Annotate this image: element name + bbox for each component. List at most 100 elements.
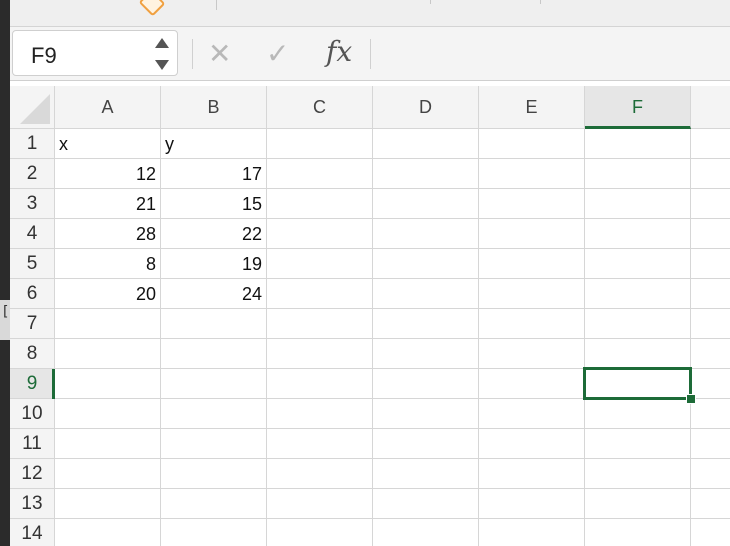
cell-partial[interactable] [691,219,730,249]
cell-d8[interactable] [373,339,479,369]
cell-e3[interactable] [479,189,585,219]
cell-d1[interactable] [373,129,479,159]
cell-e14[interactable] [479,519,585,546]
cell-c10[interactable] [267,399,373,429]
cell-a8[interactable] [55,339,161,369]
cell-partial[interactable] [691,369,730,399]
cell-d9[interactable] [373,369,479,399]
cell-c5[interactable] [267,249,373,279]
cell-f14[interactable] [585,519,691,546]
cell-a1[interactable]: x [55,129,161,159]
cell-partial[interactable] [691,309,730,339]
cell-partial[interactable] [691,429,730,459]
cell-c2[interactable] [267,159,373,189]
row-header-13[interactable]: 13 [10,489,55,519]
cell-b2[interactable]: 17 [161,159,267,189]
cell-e7[interactable] [479,309,585,339]
cell-e11[interactable] [479,429,585,459]
cell-c7[interactable] [267,309,373,339]
row-header-12[interactable]: 12 [10,459,55,489]
row-header-1[interactable]: 1 [10,129,55,159]
cell-a7[interactable] [55,309,161,339]
cell-c13[interactable] [267,489,373,519]
fill-handle[interactable] [686,394,696,404]
cell-f10[interactable] [585,399,691,429]
cell-f7[interactable] [585,309,691,339]
name-box-stepper[interactable] [155,38,169,70]
cell-c6[interactable] [267,279,373,309]
cell-a13[interactable] [55,489,161,519]
cell-d11[interactable] [373,429,479,459]
row-header-9[interactable]: 9 [10,369,55,399]
cell-c12[interactable] [267,459,373,489]
close-icon[interactable]: ✕ [208,37,231,70]
cell-a9[interactable] [55,369,161,399]
cell-a5[interactable]: 8 [55,249,161,279]
column-header-e[interactable]: E [479,86,585,129]
cell-f12[interactable] [585,459,691,489]
cell-e5[interactable] [479,249,585,279]
cell-partial[interactable] [691,489,730,519]
cell-e8[interactable] [479,339,585,369]
cell-b9[interactable] [161,369,267,399]
cell-a3[interactable]: 21 [55,189,161,219]
row-header-14[interactable]: 14 [10,519,55,546]
row-header-4[interactable]: 4 [10,219,55,249]
cell-partial[interactable] [691,279,730,309]
cell-b13[interactable] [161,489,267,519]
cell-b6[interactable]: 24 [161,279,267,309]
row-header-6[interactable]: 6 [10,279,55,309]
chevron-down-icon[interactable] [155,60,169,70]
column-header-partial[interactable] [691,86,730,129]
cell-partial[interactable] [691,399,730,429]
cell-c3[interactable] [267,189,373,219]
cell-e12[interactable] [479,459,585,489]
cell-f11[interactable] [585,429,691,459]
cell-d5[interactable] [373,249,479,279]
cell-d14[interactable] [373,519,479,546]
cell-b3[interactable]: 15 [161,189,267,219]
cell-b5[interactable]: 19 [161,249,267,279]
cell-f2[interactable] [585,159,691,189]
cell-b4[interactable]: 22 [161,219,267,249]
cell-e10[interactable] [479,399,585,429]
insert-function-icon[interactable]: fx [326,35,352,68]
select-all-button[interactable] [10,86,55,129]
cell-f3[interactable] [585,189,691,219]
cell-d12[interactable] [373,459,479,489]
cell-f6[interactable] [585,279,691,309]
cell-b8[interactable] [161,339,267,369]
cell-partial[interactable] [691,189,730,219]
row-header-10[interactable]: 10 [10,399,55,429]
cell-partial[interactable] [691,159,730,189]
row-header-11[interactable]: 11 [10,429,55,459]
cell-d3[interactable] [373,189,479,219]
cell-partial[interactable] [691,459,730,489]
cell-partial[interactable] [691,129,730,159]
cell-a11[interactable] [55,429,161,459]
cell-c9[interactable] [267,369,373,399]
column-header-d[interactable]: D [373,86,479,129]
chevron-up-icon[interactable] [155,38,169,48]
cell-f1[interactable] [585,129,691,159]
cell-c8[interactable] [267,339,373,369]
cell-c14[interactable] [267,519,373,546]
cell-d7[interactable] [373,309,479,339]
cell-f8[interactable] [585,339,691,369]
cell-b10[interactable] [161,399,267,429]
cell-e4[interactable] [479,219,585,249]
cell-c1[interactable] [267,129,373,159]
spreadsheet-grid[interactable]: A B C D E F 1 x y 2 12 17 3 21 15 4 28 22 5 8 19 6 20 24 7 8 9 10 11… [10,86,730,546]
cell-d6[interactable] [373,279,479,309]
column-header-f[interactable]: F [585,86,691,129]
cell-b14[interactable] [161,519,267,546]
cell-d4[interactable] [373,219,479,249]
cell-a2[interactable]: 12 [55,159,161,189]
cell-c4[interactable] [267,219,373,249]
cell-a10[interactable] [55,399,161,429]
cell-partial[interactable] [691,249,730,279]
cell-e2[interactable] [479,159,585,189]
cell-b11[interactable] [161,429,267,459]
column-header-a[interactable]: A [55,86,161,129]
cell-f4[interactable] [585,219,691,249]
